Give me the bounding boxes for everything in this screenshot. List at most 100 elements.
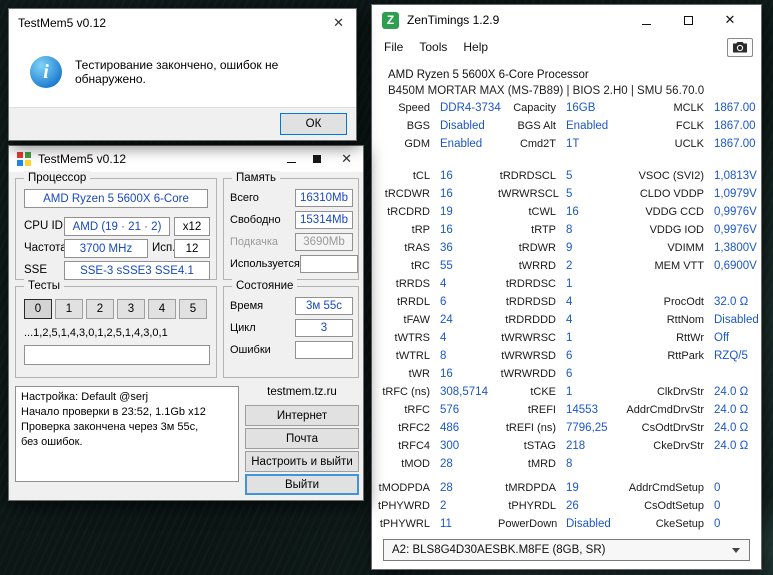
zentimings-titlebar[interactable]: Z ZenTimings 1.2.9 ✕ <box>372 5 761 35</box>
timing-value: 24 <box>440 314 453 326</box>
minimize-button[interactable] <box>287 152 297 166</box>
timing-label: GDM <box>404 138 430 150</box>
maximize-button[interactable] <box>313 152 322 166</box>
memory-value-field <box>299 255 358 273</box>
timing-value: 0,9976V <box>714 206 757 218</box>
test-button-1[interactable]: 1 <box>55 299 83 319</box>
timing-label: UCLK <box>674 138 704 150</box>
timing-value: 8 <box>566 224 573 236</box>
action-button[interactable]: Интернет <box>245 405 359 426</box>
timing-value: 24.0 Ω <box>714 386 749 398</box>
minimize-icon <box>287 162 297 163</box>
maximize-button[interactable] <box>667 13 709 28</box>
maximize-icon <box>313 155 322 163</box>
log-line: Настройка: Default @serj <box>21 391 149 403</box>
dimm-selector[interactable]: A2: BLS8G4D30AESBK.M8FE (8GB, SR) <box>383 539 750 561</box>
timing-label: tRDRDSD <box>505 296 556 308</box>
timing-value: 218 <box>566 440 586 452</box>
tests-group: Тесты 012345 ...1,2,5,1,4,3,0,1,2,5,1,4,… <box>15 279 217 378</box>
timing-label: RttWr <box>676 332 704 344</box>
state-rows: Время 3м 55с Цикл 3 Ошибки <box>230 295 353 373</box>
timing-label: tRCDWR <box>384 188 430 200</box>
memory-label: Подкачка <box>230 236 279 248</box>
timing-label: tRDRDDD <box>505 314 556 326</box>
timing-label: Cmd2T <box>519 138 556 150</box>
sse-label: SSE <box>24 264 48 276</box>
close-button[interactable]: ✕ <box>338 151 355 167</box>
testmem-titlebar[interactable]: TestMem5 v0.12 ✕ <box>9 146 363 172</box>
dialog-titlebar[interactable]: TestMem5 v0.12 ✕ <box>9 9 356 37</box>
minimize-button[interactable] <box>625 13 667 28</box>
timing-value: 0 <box>714 482 721 494</box>
timing-value: 1 <box>566 332 573 344</box>
menu-tools[interactable]: Tools <box>411 37 455 57</box>
action-button[interactable]: Выйти <box>245 474 359 495</box>
site-link[interactable]: testmem.tz.ru <box>245 386 359 403</box>
testmem-icon <box>17 152 31 166</box>
timing-value: 0 <box>714 518 721 530</box>
test-button-0[interactable]: 0 <box>24 299 52 319</box>
menu-help[interactable]: Help <box>455 37 496 57</box>
cpu-name-line: AMD Ryzen 5 5600X 6-Core Processor <box>388 69 589 81</box>
test-button-3[interactable]: 3 <box>117 299 145 319</box>
timing-label: CsOdtSetup <box>644 500 704 512</box>
timing-value: 0,6900V <box>714 260 757 272</box>
action-button[interactable]: Почта <box>245 428 359 449</box>
state-value-field: 3м 55с <box>295 297 353 315</box>
test-button-5[interactable]: 5 <box>179 299 207 319</box>
timing-label: tRDRDSC <box>505 278 556 290</box>
test-button-2[interactable]: 2 <box>86 299 114 319</box>
timing-value: 24.0 Ω <box>714 440 749 452</box>
timing-label: tCWL <box>528 206 557 218</box>
test-button-4[interactable]: 4 <box>148 299 176 319</box>
timing-label <box>622 365 706 383</box>
timing-label: tRFC (ns) <box>382 386 430 398</box>
dialog-message: Тестирование закончено, ошибок не обнару… <box>75 58 279 86</box>
timings-row: tCL 16 tRDRDSCL 5 VSOC (SVI2) 1,0813V <box>372 167 761 185</box>
timing-label: tWR <box>408 368 430 380</box>
timing-value: 32.0 Ω <box>714 296 749 308</box>
group-title: Тесты <box>24 279 65 293</box>
log-line: без ошибок. <box>21 436 83 448</box>
action-button[interactable]: Настроить и выйти <box>245 451 359 472</box>
timing-value: 16GB <box>566 102 596 114</box>
timing-label: tWRWRSCL <box>498 188 559 200</box>
ok-button[interactable]: ОК <box>280 113 347 135</box>
timings-row: tWTRL 8 tWRWRSD 6 RttPark RZQ/5 <box>372 347 761 365</box>
timings-row: tRFC4 300 tSTAG 218 CkeDrvStr 24.0 Ω <box>372 437 761 455</box>
timings-row: tRFC (ns) 308,5714 tCKE 1 ClkDrvStr 24.0 Ω <box>372 383 761 401</box>
timing-label: tWRWRSC <box>501 332 556 344</box>
timing-value: 308,5714 <box>440 386 488 398</box>
timing-value <box>706 365 763 383</box>
timing-value: 16 <box>566 206 579 218</box>
timings-row: GDM Enabled Cmd2T 1T UCLK 1867.00 <box>372 135 761 153</box>
timing-value: 1 <box>566 386 573 398</box>
timing-value: 28 <box>440 482 453 494</box>
timing-label: tREFI <box>527 404 556 416</box>
timing-label: ProcOdt <box>663 296 704 308</box>
memory-label: Свободно <box>230 214 281 226</box>
timing-label: Speed <box>398 102 430 114</box>
memory-group: Память Всего 16310Mb Свободно 15314Mb Подкач… <box>223 171 359 280</box>
timing-label: CLDO VDDP <box>639 188 704 200</box>
screenshot-button[interactable] <box>727 37 753 57</box>
timing-label: tREFI (ns) <box>505 422 556 434</box>
info-icon-letter: i <box>43 60 49 83</box>
timings-row: tMODPDA 28 tMRDPDA 19 AddrCmdSetup 0 <box>372 479 761 497</box>
timing-label: tPHYWRL <box>379 518 430 530</box>
close-button[interactable]: ✕ <box>330 15 347 31</box>
timing-label: tMODPDA <box>378 482 430 494</box>
timing-value: DDR4-3734 <box>440 102 501 114</box>
timing-label: tMOD <box>401 458 430 470</box>
timing-label: tWTRS <box>394 332 430 344</box>
memory-row: Всего 16310Mb <box>230 187 353 209</box>
state-label: Время <box>230 300 264 312</box>
info-icon: i <box>30 56 62 88</box>
close-button[interactable]: ✕ <box>709 12 751 28</box>
timings-row: tPHYWRD 2 tPHYRDL 26 CsOdtSetup 0 <box>372 497 761 515</box>
menu-file[interactable]: File <box>376 37 411 57</box>
timing-label: tRP <box>411 224 430 236</box>
action-buttons: Интернет Почта Настроить и выйти Выйти <box>245 405 359 495</box>
timing-label: tCKE <box>530 386 556 398</box>
timings-row: tRCDRD 19 tCWL 16 VDDG CCD 0,9976V <box>372 203 761 221</box>
